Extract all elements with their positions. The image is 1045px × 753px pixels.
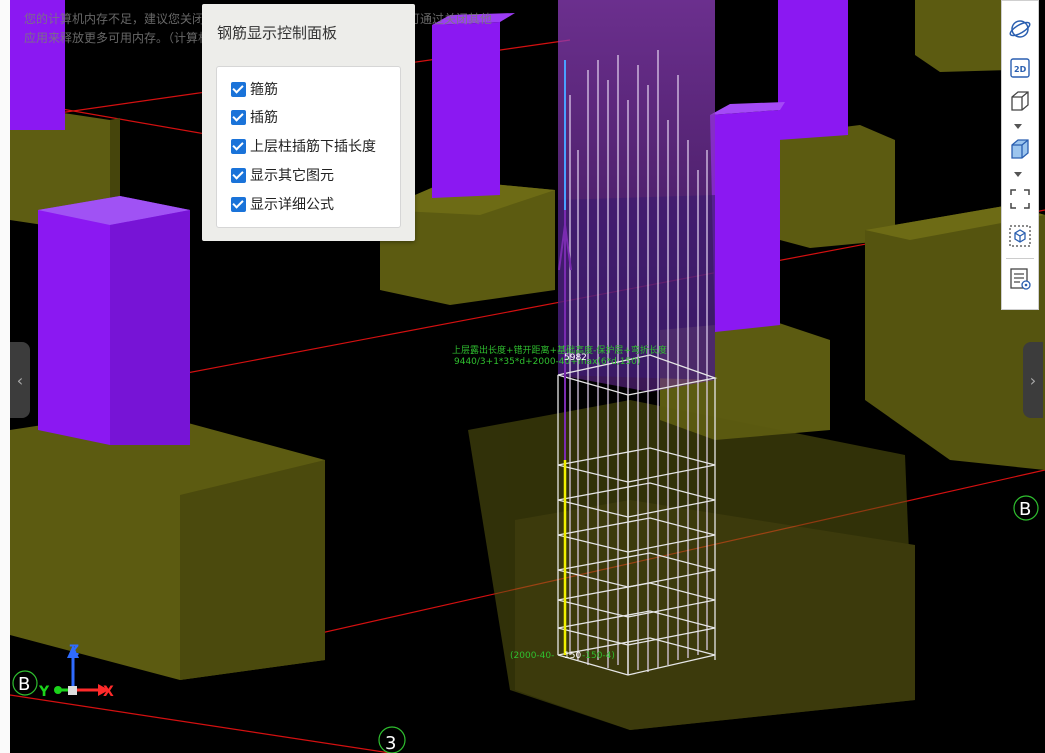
axis-x-label: X: [103, 684, 114, 700]
nav-right-button[interactable]: ›: [1023, 342, 1043, 418]
grid-label-3: 3: [378, 726, 406, 753]
formula-bottom-right: -150-4): [582, 651, 615, 661]
dimension-top: 5982: [564, 353, 587, 363]
option-label: 上层柱插筋下插长度: [250, 139, 376, 155]
option-stirrup[interactable]: 箍筋: [231, 79, 278, 99]
toolbar-divider: [1006, 258, 1034, 259]
rebar-scene[interactable]: 上层露出长度+错开距离+基础高度-保护层+弯折长度 9440/3+1*35*d+…: [10, 0, 1045, 753]
option-upper-dowel-length[interactable]: 上层柱插筋下插长度: [231, 136, 376, 156]
checkbox-checked-icon[interactable]: [231, 138, 246, 154]
view-2d-icon[interactable]: 2D: [1008, 56, 1032, 80]
chevron-left-icon: ‹: [16, 370, 24, 390]
grid-label-b-left: B: [12, 670, 38, 696]
chevron-down-icon[interactable]: [1014, 124, 1022, 129]
option-other-elements[interactable]: 显示其它图元: [231, 165, 334, 185]
fit-view-icon[interactable]: [1008, 187, 1032, 211]
column-right: [710, 102, 785, 332]
formula-line2: 9440/3+1*35*d+2000-40+max(6*d,150): [454, 357, 640, 367]
svg-text:2D: 2D: [1014, 65, 1027, 74]
checkbox-checked-icon[interactable]: [231, 196, 246, 212]
formula-line1: 上层露出长度+错开距离+基础高度-保护层+弯折长度: [452, 344, 667, 356]
formula-bottom: (2000-40-: [510, 651, 554, 661]
wireframe-cube-icon[interactable]: [1008, 89, 1032, 113]
svg-text:3: 3: [385, 733, 396, 753]
option-detailed-formula[interactable]: 显示详细公式: [231, 194, 334, 214]
option-label: 插筋: [250, 110, 278, 126]
selection-box-icon[interactable]: [1008, 224, 1032, 248]
chevron-right-icon: ›: [1029, 370, 1037, 390]
svg-text:B: B: [18, 674, 30, 695]
option-label: 显示详细公式: [250, 197, 334, 213]
option-dowel[interactable]: 插筋: [231, 107, 278, 127]
column-upper-right: [778, 0, 848, 140]
left-sidebar-edge: [0, 0, 10, 753]
view-toolbar: 2D: [1001, 0, 1039, 310]
glow-column: [558, 0, 715, 392]
foundation-top-right: [915, 0, 1010, 72]
property-list-icon[interactable]: [1008, 267, 1032, 291]
svg-text:B: B: [1019, 499, 1031, 520]
solid-cube-icon[interactable]: [1008, 137, 1032, 161]
nav-left-button[interactable]: ‹: [10, 342, 30, 418]
column-left: [38, 196, 190, 445]
axis-y-label: Y: [38, 684, 50, 700]
option-label: 显示其它图元: [250, 168, 334, 184]
chevron-down-icon[interactable]: [1014, 172, 1022, 177]
option-label: 箍筋: [250, 82, 278, 98]
checkbox-checked-icon[interactable]: [231, 167, 246, 183]
grid-label-b-right: B: [1013, 495, 1039, 521]
orbit-icon[interactable]: [1008, 17, 1032, 41]
panel-title: 钢筋显示控制面板: [217, 24, 338, 42]
3d-viewport[interactable]: 上层露出长度+错开距离+基础高度-保护层+弯折长度 9440/3+1*35*d+…: [10, 0, 1045, 753]
dimension-bottom: 150: [564, 651, 581, 661]
foundation-left: [10, 410, 325, 680]
panel-options: 箍筋 插筋 上层柱插筋下插长度 显示其它图元 显示详细公式: [216, 66, 401, 228]
checkbox-checked-icon[interactable]: [231, 81, 246, 97]
axis-z-label: Z: [69, 643, 79, 659]
foundation-center: [468, 400, 915, 730]
checkbox-checked-icon[interactable]: [231, 109, 246, 125]
rebar-display-panel: 钢筋显示控制面板 箍筋 插筋 上层柱插筋下插长度 显示其它图元 显示详细公式: [202, 4, 415, 241]
